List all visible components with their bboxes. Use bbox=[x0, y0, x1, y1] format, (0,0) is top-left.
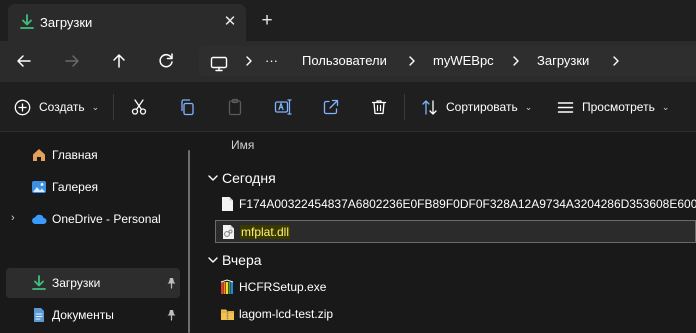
toolbar-divider bbox=[113, 94, 114, 120]
chevron-down-icon: ⌄ bbox=[661, 101, 670, 112]
sidebar-item-onedrive[interactable]: › OneDrive - Personal bbox=[6, 204, 180, 234]
sidebar-item-label: Главная bbox=[52, 148, 98, 162]
share-icon bbox=[323, 99, 339, 115]
file-name: lagom-lcd-test.zip bbox=[239, 307, 334, 321]
sort-button[interactable]: Сортировать ⌄ bbox=[421, 82, 532, 132]
sidebar-item-documents[interactable]: Документы bbox=[6, 300, 180, 330]
expand-chevron-icon[interactable]: › bbox=[11, 212, 15, 224]
view-button[interactable]: Просмотреть ⌄ bbox=[557, 82, 669, 132]
sidebar-item-gallery[interactable]: Галерея bbox=[6, 172, 180, 202]
command-bar: Создать ⌄ Сортировать ⌄ Просмотреть ⌄ bbox=[0, 82, 696, 132]
create-button[interactable]: Создать ⌄ bbox=[14, 82, 99, 132]
scissors-icon bbox=[131, 99, 147, 115]
dll-file-icon bbox=[223, 225, 234, 239]
refresh-icon bbox=[159, 53, 173, 68]
paste-button[interactable] bbox=[226, 82, 244, 132]
chevron-right-icon[interactable] bbox=[242, 54, 256, 68]
view-label: Просмотреть bbox=[582, 100, 655, 114]
back-button[interactable] bbox=[13, 50, 35, 72]
new-tab-button[interactable]: + bbox=[257, 11, 277, 31]
sidebar-item-home[interactable]: Главная bbox=[6, 140, 180, 170]
chevron-down-icon bbox=[208, 257, 218, 263]
address-bar[interactable]: ··· Пользователи myWEBpc Загрузки bbox=[199, 46, 696, 76]
gallery-icon bbox=[32, 181, 46, 193]
group-header-today[interactable]: Сегодня bbox=[200, 166, 696, 190]
title-bar: Загрузки ✕ + bbox=[0, 0, 696, 41]
pin-icon[interactable] bbox=[166, 277, 177, 289]
chevron-down-icon bbox=[208, 175, 218, 181]
chevron-right-icon[interactable] bbox=[609, 54, 623, 68]
file-icon bbox=[222, 197, 233, 211]
chevron-down-icon: ⌄ bbox=[91, 101, 100, 112]
breadcrumb-user[interactable]: myWEBpc bbox=[433, 46, 494, 76]
sidebar-item-label: Документы bbox=[52, 308, 114, 322]
cloud-icon bbox=[32, 214, 47, 225]
plus-circle-icon bbox=[14, 99, 31, 115]
close-tab-icon[interactable]: ✕ bbox=[220, 12, 240, 32]
breadcrumb-more[interactable]: ··· bbox=[265, 46, 278, 76]
sort-icon bbox=[422, 99, 437, 115]
file-row[interactable]: lagom-lcd-test.zip bbox=[215, 303, 696, 326]
file-row-selected[interactable]: mfplat.dll bbox=[215, 220, 696, 243]
cut-button[interactable] bbox=[130, 82, 148, 132]
list-view-icon bbox=[557, 101, 574, 113]
navigation-bar: ··· Пользователи myWEBpc Загрузки bbox=[0, 41, 696, 82]
breadcrumb-downloads[interactable]: Загрузки bbox=[537, 46, 589, 76]
tab-title: Загрузки bbox=[40, 15, 93, 30]
trash-icon bbox=[371, 100, 387, 115]
sidebar-item-downloads[interactable]: Загрузки bbox=[6, 268, 180, 298]
file-row[interactable]: HCFRSetup.exe bbox=[215, 276, 696, 299]
file-name: F174A00322454837A6802236E0FB89F0DF0F328A… bbox=[239, 197, 696, 211]
chevron-down-icon: ⌄ bbox=[524, 101, 533, 112]
rename-button[interactable] bbox=[274, 82, 292, 132]
refresh-button[interactable] bbox=[155, 50, 177, 72]
clipboard-icon bbox=[228, 98, 242, 116]
group-header-yesterday[interactable]: Вчера bbox=[200, 248, 696, 272]
navigation-pane: Главная Галерея › OneDrive - Personal За… bbox=[0, 132, 199, 333]
pin-icon[interactable] bbox=[166, 309, 177, 321]
file-row[interactable]: F174A00322454837A6802236E0FB89F0DF0F328A… bbox=[215, 193, 696, 216]
arrow-left-icon bbox=[17, 55, 31, 67]
column-header-name[interactable]: Имя bbox=[231, 138, 254, 152]
document-icon bbox=[34, 308, 44, 322]
up-button[interactable] bbox=[108, 50, 130, 72]
tab-downloads[interactable]: Загрузки ✕ bbox=[8, 4, 246, 41]
copy-icon bbox=[181, 99, 194, 116]
chevron-right-icon[interactable] bbox=[509, 54, 523, 68]
home-icon bbox=[33, 149, 45, 161]
delete-button[interactable] bbox=[370, 82, 388, 132]
share-button[interactable] bbox=[322, 82, 340, 132]
arrow-right-icon bbox=[65, 55, 79, 67]
file-list: Имя Сегодня F174A00322454837A6802236E0FB… bbox=[200, 132, 696, 333]
arrow-up-icon bbox=[113, 54, 125, 68]
chevron-right-icon[interactable] bbox=[405, 54, 419, 68]
installer-icon bbox=[220, 279, 234, 294]
download-icon bbox=[19, 14, 35, 30]
rename-icon bbox=[274, 99, 292, 115]
create-label: Создать bbox=[39, 100, 85, 114]
sidebar-item-label: Галерея bbox=[52, 180, 99, 194]
toolbar-divider bbox=[404, 94, 405, 120]
group-label: Вчера bbox=[222, 252, 262, 268]
zip-folder-icon bbox=[221, 309, 234, 320]
breadcrumb-users[interactable]: Пользователи bbox=[302, 46, 387, 76]
file-name: mfplat.dll bbox=[240, 225, 291, 239]
forward-button[interactable] bbox=[61, 50, 83, 72]
monitor-icon[interactable] bbox=[210, 53, 228, 72]
download-icon bbox=[32, 275, 46, 290]
sidebar-item-label: OneDrive - Personal bbox=[52, 212, 161, 226]
sort-label: Сортировать bbox=[446, 100, 518, 114]
sidebar-item-label: Загрузки bbox=[52, 276, 101, 290]
sidebar-scrollbar[interactable] bbox=[188, 150, 190, 333]
copy-button[interactable] bbox=[178, 82, 196, 132]
file-name: HCFRSetup.exe bbox=[239, 280, 327, 294]
group-label: Сегодня bbox=[222, 170, 276, 186]
